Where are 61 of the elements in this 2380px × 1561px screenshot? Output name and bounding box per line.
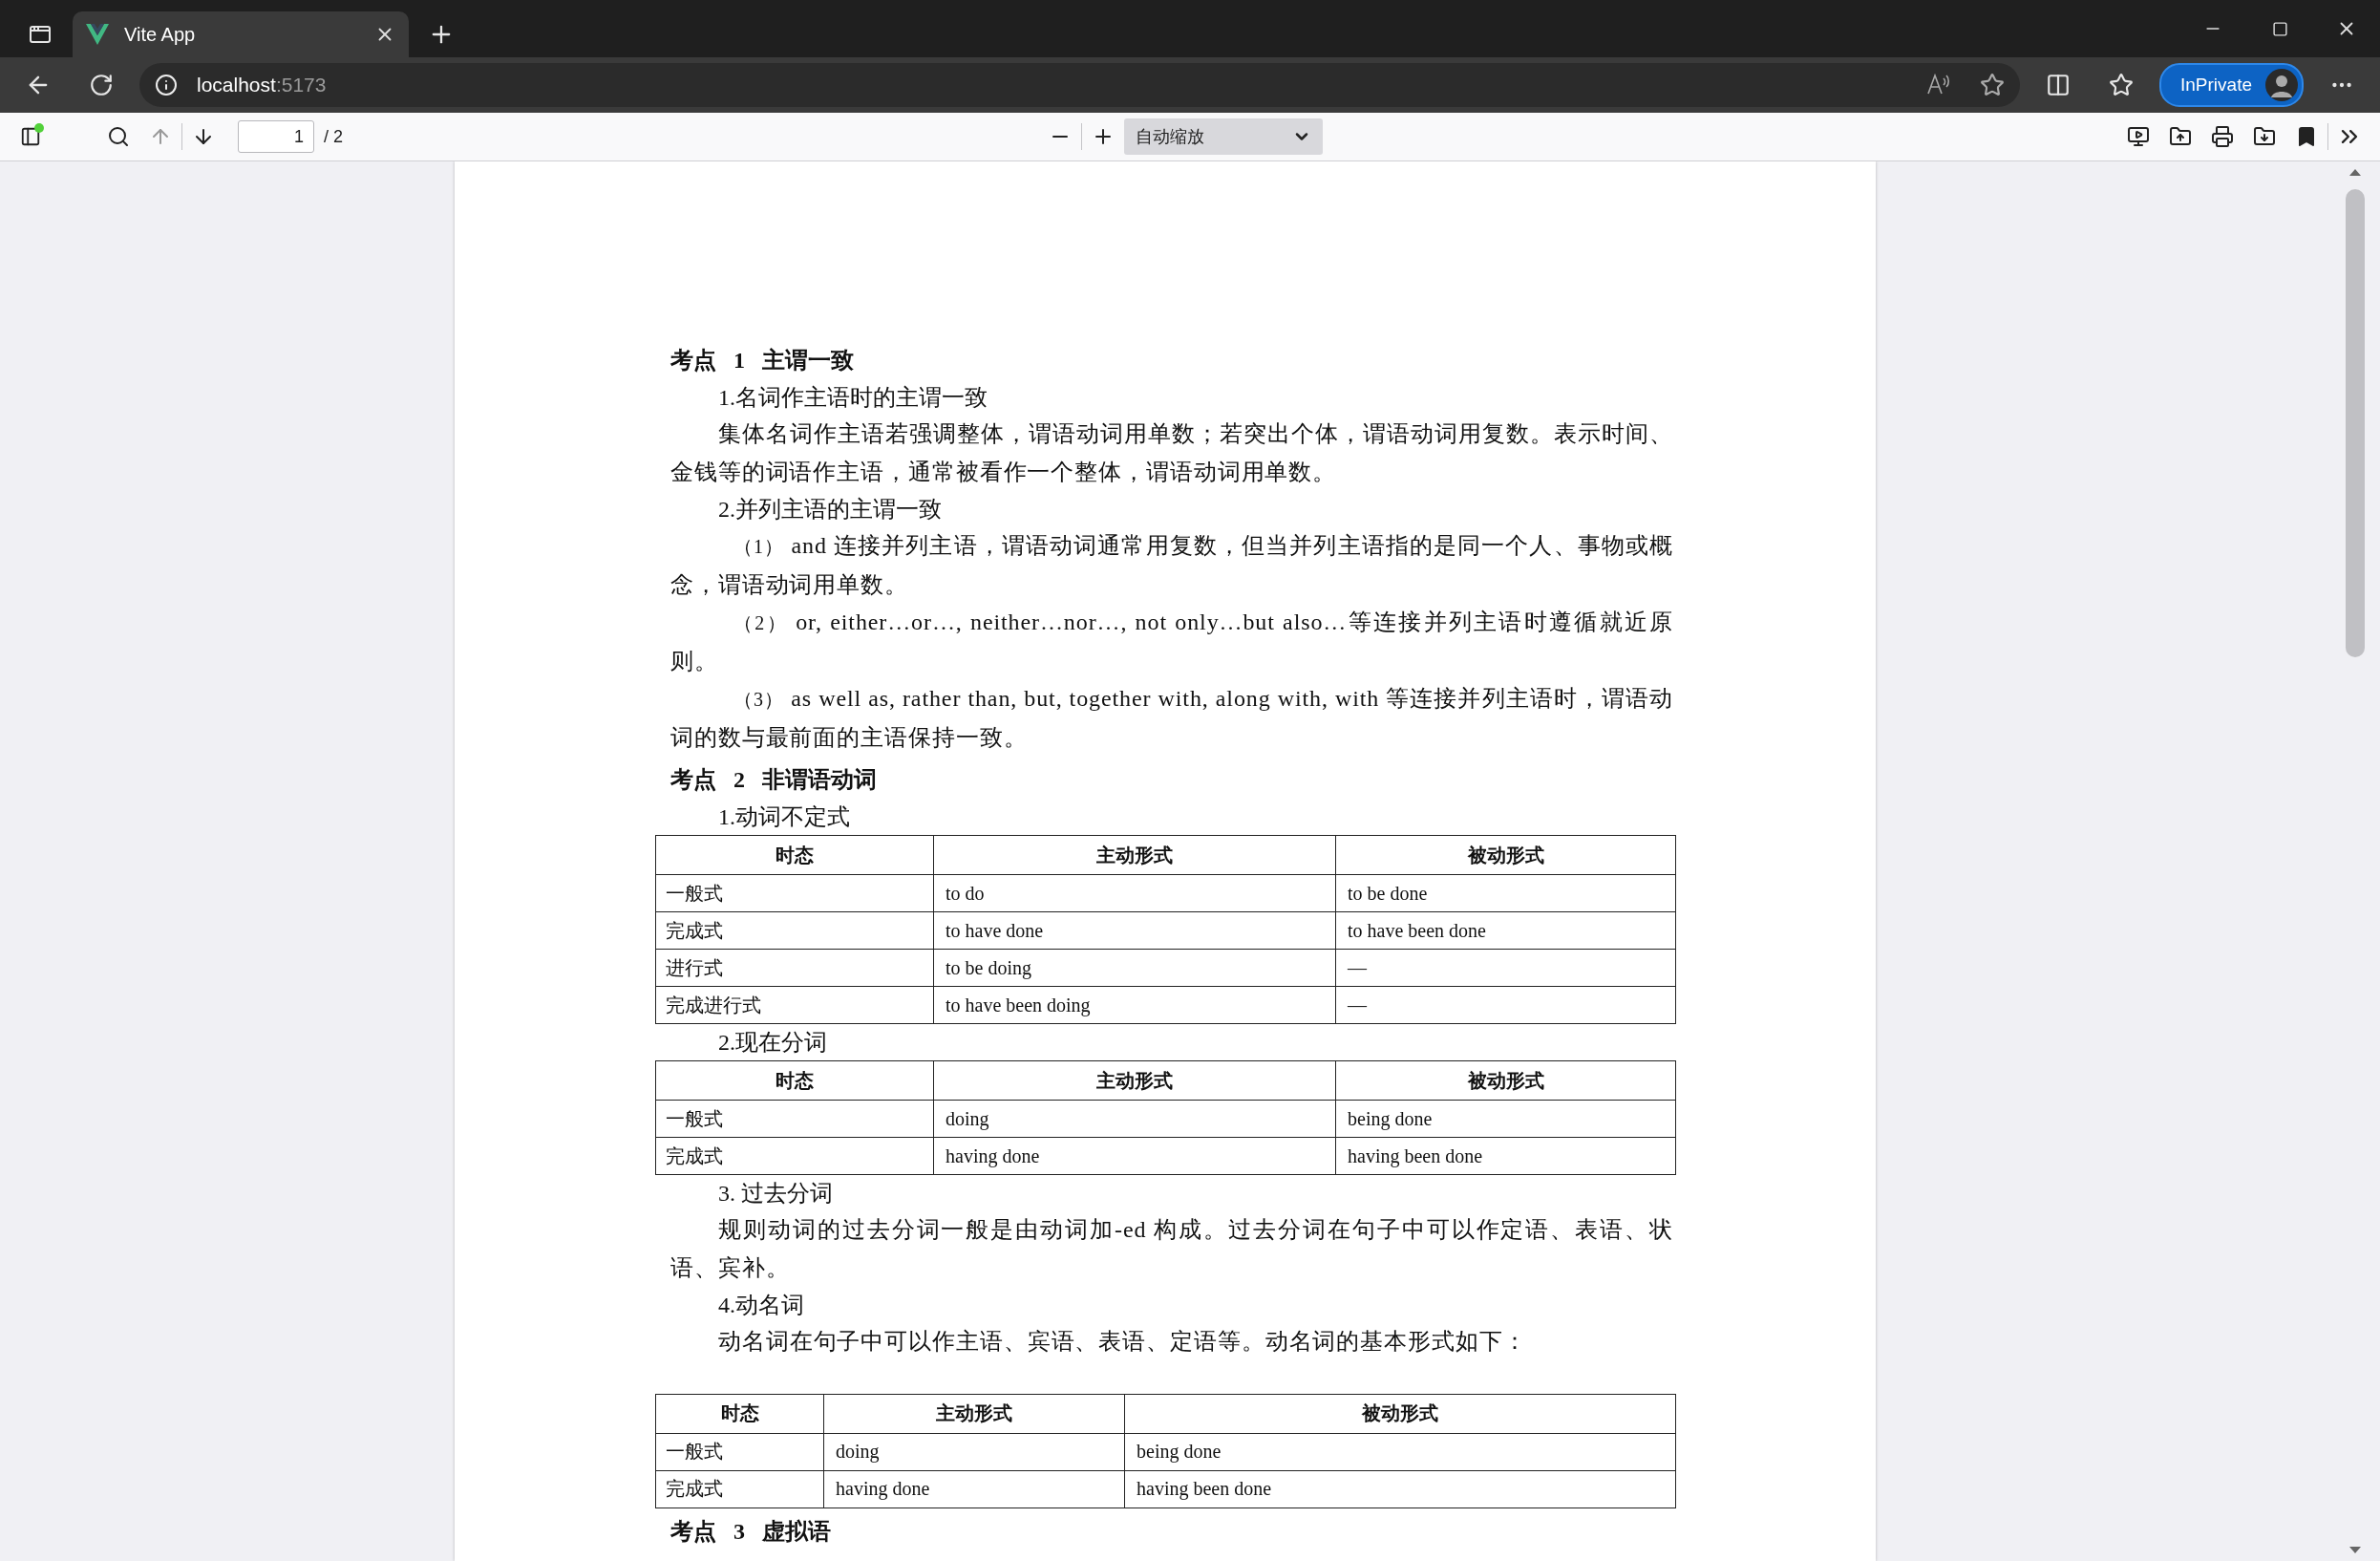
table-cell: to have been doing [933, 986, 1336, 1024]
column-header: 时态 [655, 1060, 934, 1101]
table-cell: to have been done [1335, 911, 1676, 950]
table-cell: 一般式 [655, 1433, 824, 1470]
numbered-paragraph: （3） as well as, rather than, but, together with, along with, with 等连接并列主语时，谓语动词的数与最前面的主语保持一致。 [670, 685, 1673, 752]
table-cell: having been done [1335, 1137, 1676, 1175]
table-cell: 进行式 [655, 949, 934, 987]
avatar-icon [2265, 69, 2298, 101]
address-bar[interactable]: localhost:5173 [139, 63, 2020, 107]
column-header: 主动形式 [933, 835, 1336, 875]
subsection-title: 1.动词不定式 [718, 804, 850, 829]
column-header: 被动形式 [1335, 1060, 1676, 1101]
table-cell: — [1335, 986, 1676, 1024]
subsection-title: 1.名词作主语时的主谓一致 [718, 385, 988, 410]
add-favorite-icon[interactable] [1980, 73, 2005, 97]
subsection-title: 4.动名词 [718, 1293, 804, 1317]
column-header: 时态 [655, 835, 934, 875]
browser-tab[interactable]: Vite App [73, 11, 409, 57]
table-cell: 完成进行式 [655, 986, 934, 1024]
section-heading: 考点 2 非谓语动词 [670, 766, 878, 794]
table-cell: 完成式 [655, 1470, 824, 1508]
paragraph: 规则动词的过去分词一般是由动词加-ed 构成。过去分词在句子中可以作定语、表语、状语、宾补。 [670, 1216, 1673, 1282]
table-cell: 一般式 [655, 874, 934, 912]
zoom-select[interactable]: 自动缩放 [1123, 118, 1323, 155]
paragraph: 集体名词作主语若强调整体，谓语动词用单数；若突出个体，谓语动词用复数。表示时间、金钱等的词语作主语，通常被看作一个整体，谓语动词用单数。 [670, 420, 1673, 486]
table-cell: having done [933, 1137, 1336, 1175]
table-cell: to do [933, 874, 1336, 912]
table-cell: being done [1335, 1100, 1676, 1138]
table-cell: doing [933, 1100, 1336, 1138]
table-cell: 完成式 [655, 911, 934, 950]
table-cell: being done [1124, 1433, 1676, 1470]
subsection-title: 3. 过去分词 [718, 1181, 833, 1206]
page-count: / 2 [324, 126, 343, 147]
column-header: 被动形式 [1335, 835, 1676, 875]
column-header: 主动形式 [823, 1394, 1125, 1433]
table-cell: 完成式 [655, 1137, 934, 1175]
inprivate-badge[interactable]: InPrivate [2159, 63, 2304, 107]
table-cell: to have done [933, 911, 1336, 950]
section-heading: 考点 3 虚拟语 [670, 1517, 832, 1546]
table-cell: — [1335, 949, 1676, 987]
table-cell: having been done [1124, 1470, 1676, 1508]
column-header: 时态 [655, 1394, 824, 1433]
numbered-paragraph: （1） and 连接并列主语，谓语动词通常用复数，但当并列主语指的是同一个人、事物或概念，谓语动词用单数。 [670, 532, 1673, 599]
page-number-field[interactable]: 1 [238, 120, 314, 153]
section-heading: 考点 1 主谓一致 [670, 347, 855, 374]
url-port: :5173 [275, 74, 327, 96]
table-cell: having done [823, 1470, 1125, 1508]
paragraph: 动名词在句子中可以作主语、宾语、表语、定语等。动名词的基本形式如下： [717, 1328, 1528, 1356]
site-info-icon[interactable] [155, 74, 178, 96]
column-header: 被动形式 [1124, 1394, 1676, 1433]
numbered-paragraph: （2） or, either…or…, neither…nor…, not only…but also…等连接并列主语时遵循就近原则。 [670, 609, 1673, 675]
subsection-title: 2.现在分词 [718, 1030, 827, 1055]
table-cell: 一般式 [655, 1100, 934, 1138]
column-header: 主动形式 [933, 1060, 1336, 1101]
tab-title: Vite App [124, 23, 197, 46]
subsection-title: 2.并列主语的主谓一致 [718, 497, 942, 522]
table-cell: to be done [1335, 874, 1676, 912]
table-cell: to be doing [933, 949, 1336, 987]
table-cell: doing [823, 1433, 1125, 1470]
url-host: localhost [197, 74, 276, 96]
v-logo-icon [86, 24, 109, 45]
